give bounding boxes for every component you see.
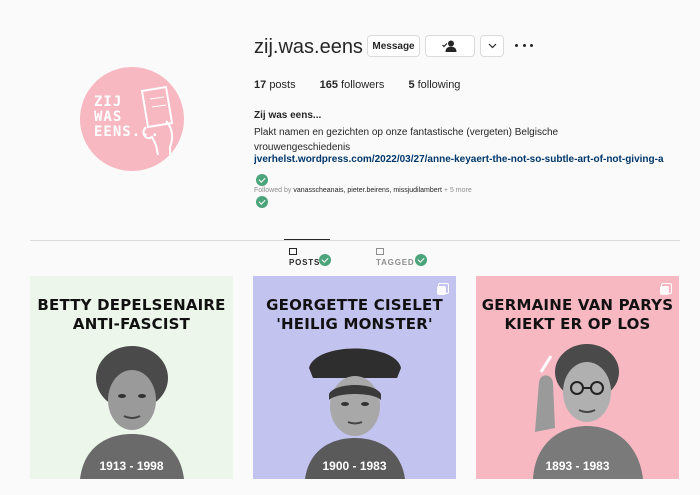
tab-tagged[interactable]: TAGGED: [376, 248, 414, 267]
profile-link[interactable]: jverhelst.wordpress.com/2022/03/27/anne-…: [254, 154, 700, 165]
post-title: GERMAINE VAN PARYS KIEKT ER OP LOS: [481, 296, 674, 333]
post-years: 1893 - 1983: [545, 459, 610, 473]
more-options-icon[interactable]: [515, 38, 533, 52]
followers-stat[interactable]: 165 followers: [320, 79, 385, 91]
hand-holding-paper-icon: [140, 85, 174, 155]
profile-avatar[interactable]: ZIJ WAS EENS...: [80, 67, 184, 171]
followed-by[interactable]: Followed by vanasscheanais, pieter.beire…: [254, 187, 472, 194]
posts-stat: 17 posts: [254, 79, 296, 91]
portrait-image: [304, 348, 405, 479]
chevron-down-icon: [488, 43, 496, 49]
post-title: GEORGETTE CISELET 'HEILIG MONSTER': [266, 296, 443, 333]
tab-posts[interactable]: POSTS: [289, 248, 320, 267]
person-check-icon: [442, 40, 457, 52]
post-tile[interactable]: BETTY DEPELSENAIRE ANTI-FASCIST 1913 - 1…: [30, 276, 233, 479]
tag-icon: [376, 248, 384, 255]
check-icon: [256, 174, 268, 186]
portrait-image: [79, 346, 184, 479]
multiple-images-icon: [660, 283, 672, 295]
grid-icon: [289, 248, 297, 255]
portrait-image: [532, 344, 643, 479]
active-tab-indicator: [284, 239, 330, 240]
check-icon: [256, 196, 268, 208]
suggested-dropdown-button[interactable]: [480, 35, 504, 57]
check-icon: [319, 254, 331, 266]
check-icon: [415, 254, 427, 266]
following-stat[interactable]: 5 following: [408, 79, 460, 91]
post-title: BETTY DEPELSENAIRE ANTI-FASCIST: [37, 296, 226, 333]
message-button[interactable]: Message: [367, 35, 420, 57]
post-years: 1913 - 1998: [99, 459, 164, 473]
multiple-images-icon: [437, 283, 449, 295]
post-tile[interactable]: GERMAINE VAN PARYS KIEKT ER OP LOS 1893 …: [476, 276, 679, 479]
following-button[interactable]: [425, 35, 475, 57]
profile-stats: 17 posts 165 followers 5 following: [254, 79, 484, 91]
profile-bio: Plakt namen en gezichten op onze fantast…: [254, 127, 559, 153]
tabs-divider: [30, 240, 680, 241]
profile-username: zij.was.eens: [254, 36, 363, 58]
profile-full-name: Zij was eens...: [254, 110, 322, 121]
post-years: 1900 - 1983: [322, 459, 387, 473]
post-tile[interactable]: GEORGETTE CISELET 'HEILIG MONSTER' 1900 …: [253, 276, 456, 479]
